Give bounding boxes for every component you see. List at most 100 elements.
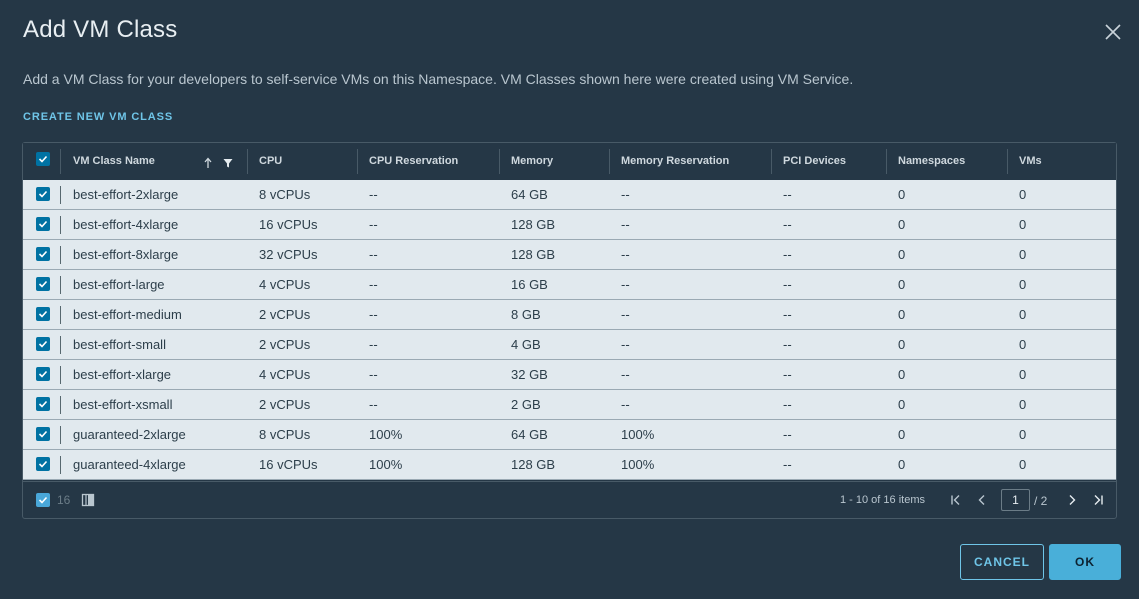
check-icon: [38, 280, 48, 288]
row-checkbox[interactable]: [36, 337, 50, 351]
current-page-input[interactable]: [1001, 489, 1030, 511]
selection-checkbox[interactable]: [36, 493, 50, 507]
cancel-button[interactable]: CANCEL: [960, 544, 1044, 580]
cell-cpu: 4 vCPUs: [259, 277, 311, 292]
cell-memory-reservation: --: [621, 367, 630, 382]
cell-memory-reservation: 100%: [621, 457, 655, 472]
row-checkbox[interactable]: [36, 397, 50, 411]
cell-vm-class-name: best-effort-2xlarge: [73, 187, 179, 202]
cell-memory-reservation: --: [621, 217, 630, 232]
table-row[interactable]: best-effort-medium 2 vCPUs -- 8 GB -- --…: [23, 300, 1116, 330]
table-row[interactable]: best-effort-4xlarge 16 vCPUs -- 128 GB -…: [23, 210, 1116, 240]
cell-vm-class-name: guaranteed-4xlarge: [73, 457, 186, 472]
table-row[interactable]: best-effort-xlarge 4 vCPUs -- 32 GB -- -…: [23, 360, 1116, 390]
cell-memory: 128 GB: [511, 247, 556, 262]
pagination-summary: 1 - 10 of 16 items: [840, 494, 925, 506]
cell-namespaces: 0: [898, 187, 906, 202]
previous-page-icon[interactable]: [974, 492, 990, 508]
modal-title: Add VM Class: [23, 16, 178, 43]
header-label: CPU: [259, 155, 283, 167]
cell-memory-reservation: --: [621, 397, 630, 412]
column-header-pci-devices[interactable]: PCI Devices: [771, 143, 886, 180]
row-checkbox[interactable]: [36, 367, 50, 381]
check-icon: [38, 340, 48, 348]
last-page-icon[interactable]: [1090, 492, 1106, 508]
cell-cpu: 16 vCPUs: [259, 457, 318, 472]
cell-vm-class-name: best-effort-small: [73, 337, 166, 352]
datagrid-footer: 16 1 - 10 of 16 items / 2: [23, 481, 1116, 518]
column-header-namespaces[interactable]: Namespaces: [886, 143, 1007, 180]
check-icon: [38, 250, 48, 258]
cell-namespaces: 0: [898, 367, 906, 382]
table-row[interactable]: guaranteed-2xlarge 8 vCPUs 100% 64 GB 10…: [23, 420, 1116, 450]
cell-cpu: 2 vCPUs: [259, 397, 311, 412]
row-checkbox[interactable]: [36, 247, 50, 261]
select-all-checkbox[interactable]: [36, 152, 50, 166]
filter-icon[interactable]: [223, 156, 233, 168]
column-header-cpu-reservation[interactable]: CPU Reservation: [357, 143, 499, 180]
close-icon[interactable]: [1101, 20, 1125, 44]
cell-memory-reservation: 100%: [621, 427, 655, 442]
row-checkbox[interactable]: [36, 277, 50, 291]
datagrid-header: VM Class Name CPU CPU Reservation Memory…: [23, 143, 1116, 181]
first-page-icon[interactable]: [948, 492, 964, 508]
cell-pci-devices: --: [783, 397, 792, 412]
header-label: Memory Reservation: [621, 155, 730, 167]
row-checkbox[interactable]: [36, 307, 50, 321]
row-checkbox[interactable]: [36, 217, 50, 231]
cell-cpu-reservation: 100%: [369, 427, 403, 442]
cell-vms: 0: [1019, 277, 1027, 292]
cell-namespaces: 0: [898, 217, 906, 232]
cell-cpu-reservation: --: [369, 367, 378, 382]
column-header-memory[interactable]: Memory: [499, 143, 609, 180]
cell-vm-class-name: best-effort-8xlarge: [73, 247, 179, 262]
column-header-vm-class-name[interactable]: VM Class Name: [61, 143, 241, 180]
ok-button[interactable]: OK: [1049, 544, 1121, 580]
cell-pci-devices: --: [783, 187, 792, 202]
row-checkbox[interactable]: [36, 187, 50, 201]
cell-cpu: 2 vCPUs: [259, 307, 311, 322]
check-icon: [38, 496, 48, 504]
cell-cpu: 8 vCPUs: [259, 187, 311, 202]
check-icon: [38, 310, 48, 318]
column-header-memory-reservation[interactable]: Memory Reservation: [609, 143, 771, 180]
check-icon: [38, 190, 48, 198]
cell-memory-reservation: --: [621, 307, 630, 322]
table-row[interactable]: best-effort-2xlarge 8 vCPUs -- 64 GB -- …: [23, 180, 1116, 210]
cell-vms: 0: [1019, 217, 1027, 232]
table-row[interactable]: best-effort-xsmall 2 vCPUs -- 2 GB -- --…: [23, 390, 1116, 420]
cell-cpu: 8 vCPUs: [259, 427, 311, 442]
cell-vms: 0: [1019, 457, 1027, 472]
cell-memory: 128 GB: [511, 217, 556, 232]
cell-memory: 4 GB: [511, 337, 541, 352]
cell-vms: 0: [1019, 397, 1027, 412]
cell-memory: 64 GB: [511, 187, 548, 202]
cell-cpu: 4 vCPUs: [259, 367, 311, 382]
table-row[interactable]: best-effort-small 2 vCPUs -- 4 GB -- -- …: [23, 330, 1116, 360]
create-new-vm-class-link[interactable]: CREATE NEW VM CLASS: [23, 111, 173, 123]
next-page-icon[interactable]: [1064, 492, 1080, 508]
cell-memory: 64 GB: [511, 427, 548, 442]
sort-ascending-icon[interactable]: [203, 156, 213, 168]
check-icon: [38, 155, 48, 163]
vm-class-datagrid: VM Class Name CPU CPU Reservation Memory…: [22, 142, 1117, 519]
cell-vm-class-name: best-effort-xsmall: [73, 397, 173, 412]
cell-vm-class-name: best-effort-xlarge: [73, 367, 172, 382]
cell-cpu-reservation: --: [369, 247, 378, 262]
table-row[interactable]: best-effort-large 4 vCPUs -- 16 GB -- --…: [23, 270, 1116, 300]
column-header-vms[interactable]: VMs: [1007, 143, 1116, 180]
cell-cpu-reservation: --: [369, 307, 378, 322]
row-checkbox[interactable]: [36, 427, 50, 441]
column-header-cpu[interactable]: CPU: [247, 143, 357, 180]
row-checkbox[interactable]: [36, 457, 50, 471]
cell-memory: 8 GB: [511, 307, 541, 322]
table-row[interactable]: best-effort-8xlarge 32 vCPUs -- 128 GB -…: [23, 240, 1116, 270]
page-total: / 2: [1034, 494, 1048, 508]
cell-memory-reservation: --: [621, 337, 630, 352]
header-label: Namespaces: [898, 155, 966, 167]
cell-namespaces: 0: [898, 427, 906, 442]
column-toggle-icon[interactable]: [81, 493, 95, 507]
table-row[interactable]: guaranteed-4xlarge 16 vCPUs 100% 128 GB …: [23, 450, 1116, 480]
cell-vms: 0: [1019, 247, 1027, 262]
cell-cpu-reservation: 100%: [369, 457, 403, 472]
